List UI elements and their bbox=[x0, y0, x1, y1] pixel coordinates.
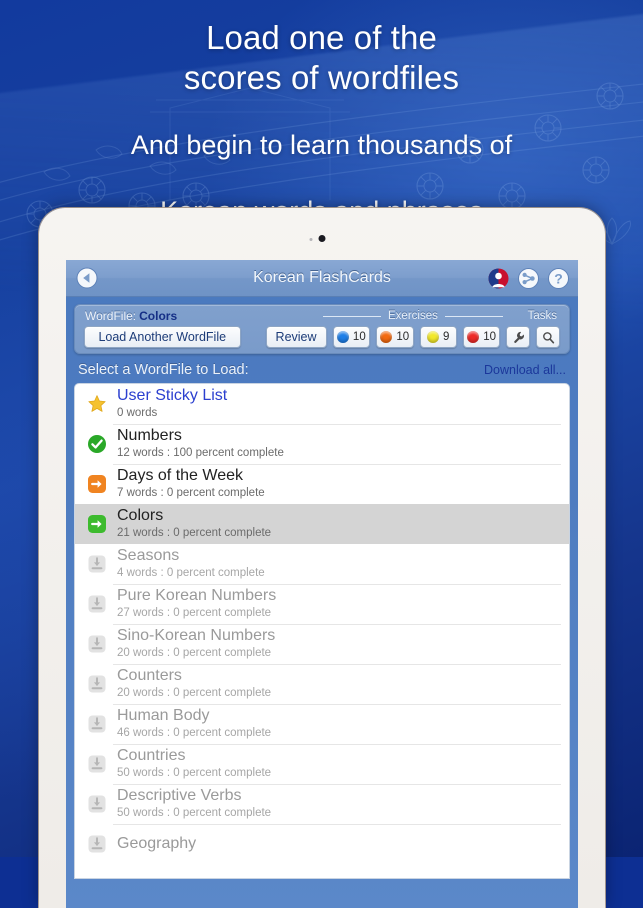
wordfile-label: WordFile: Colors bbox=[85, 309, 177, 323]
wordfile-row[interactable]: Seasons 4 words : 0 percent complete bbox=[75, 544, 569, 584]
app-screen: Korean FlashCards ? WordFile: Colors Exe… bbox=[66, 260, 578, 908]
app-navigation-bar: Korean FlashCards ? bbox=[66, 260, 578, 297]
download-icon bbox=[87, 794, 107, 814]
exercise-count-blue: 10 bbox=[352, 331, 366, 343]
profile-avatar-icon[interactable] bbox=[488, 268, 509, 289]
load-another-wordfile-button[interactable]: Load Another WordFile bbox=[84, 326, 241, 348]
wordfile-subtitle: 12 words : 100 percent complete bbox=[117, 447, 284, 459]
download-icon bbox=[87, 714, 107, 734]
wordfile-title: Numbers bbox=[117, 427, 182, 444]
download-icon bbox=[87, 754, 107, 774]
wordfile-row[interactable]: Counters 20 words : 0 percent complete bbox=[75, 664, 569, 704]
star-icon bbox=[87, 394, 107, 414]
front-camera-icon bbox=[318, 235, 326, 242]
wordfile-label-text: WordFile: bbox=[85, 309, 137, 323]
wordfile-subtitle: 21 words : 0 percent complete bbox=[117, 527, 272, 539]
wordfile-subtitle: 7 words : 0 percent complete bbox=[117, 487, 265, 499]
wordfile-row[interactable]: Colors 21 words : 0 percent complete bbox=[75, 504, 569, 544]
svg-text:?: ? bbox=[554, 270, 563, 286]
wordfile-subtitle: 27 words : 0 percent complete bbox=[117, 607, 272, 619]
wordfile-subtitle: 20 words : 0 percent complete bbox=[117, 687, 272, 699]
panel-title: Select a WordFile to Load: bbox=[78, 362, 249, 378]
wordfile-title: User Sticky List bbox=[117, 387, 228, 404]
exercise-dot-red bbox=[467, 331, 480, 343]
wordfile-row[interactable]: Descriptive Verbs 50 words : 0 percent co… bbox=[75, 784, 569, 824]
rule-left bbox=[323, 315, 381, 317]
exercise-badge-blue[interactable]: 10 bbox=[332, 326, 371, 348]
wordfile-row[interactable]: Pure Korean Numbers 27 words : 0 percent … bbox=[75, 584, 569, 624]
promo-line-2: scores of wordfiles bbox=[183, 59, 460, 96]
download-icon bbox=[87, 834, 107, 854]
download-icon bbox=[87, 554, 107, 574]
wordfile-selection-panel: Select a WordFile to Load: Download all.… bbox=[74, 362, 570, 879]
exercise-count-orange: 10 bbox=[396, 331, 410, 343]
wordfile-subtitle: 50 words : 0 percent complete bbox=[117, 807, 272, 819]
download-icon bbox=[87, 674, 107, 694]
wordfile-title: Countries bbox=[117, 747, 186, 764]
wordfile-row[interactable]: User Sticky List 0 words bbox=[75, 384, 569, 424]
wordfile-subtitle: 46 words : 0 percent complete bbox=[117, 727, 272, 739]
wrench-icon[interactable] bbox=[506, 326, 531, 348]
arrow-right-icon bbox=[87, 514, 107, 534]
panel-header: Select a WordFile to Load: Download all.… bbox=[74, 362, 570, 383]
arrow-right-icon bbox=[87, 474, 107, 494]
exercise-badge-yellow[interactable]: 9 bbox=[419, 326, 457, 348]
wordfile-title: Human Body bbox=[117, 707, 210, 724]
magnifier-icon[interactable] bbox=[536, 326, 561, 348]
wordfile-list[interactable]: User Sticky List 0 words Numbers 12 words :… bbox=[74, 383, 570, 879]
back-circle-icon[interactable] bbox=[76, 267, 98, 289]
promo-headline: Load one of the scores of wordfiles And … bbox=[0, 18, 643, 230]
tasks-label: Tasks bbox=[527, 310, 557, 322]
exercise-dot-blue bbox=[336, 331, 349, 343]
download-icon bbox=[87, 594, 107, 614]
wordfile-title: Counters bbox=[117, 667, 182, 684]
download-all-link[interactable]: Download all... bbox=[484, 363, 566, 377]
wordfile-subtitle: 0 words bbox=[117, 407, 158, 419]
exercise-badge-red[interactable]: 10 bbox=[462, 326, 501, 348]
wordfile-title: Days of the Week bbox=[117, 467, 243, 484]
wordfile-title: Descriptive Verbs bbox=[117, 787, 242, 804]
exercises-group-label: Exercises bbox=[323, 310, 503, 322]
wordfile-title: Pure Korean Numbers bbox=[117, 587, 277, 604]
exercise-badge-orange[interactable]: 10 bbox=[376, 326, 414, 348]
wordfile-row[interactable]: Countries 50 words : 0 percent complete bbox=[75, 744, 569, 784]
exercises-label: Exercises bbox=[388, 310, 438, 322]
wordfile-row[interactable]: Geography bbox=[75, 824, 569, 864]
app-toolbar: WordFile: Colors Exercises Tasks Load Ano… bbox=[74, 304, 570, 354]
wordfile-subtitle: 20 words : 0 percent complete bbox=[117, 647, 272, 659]
wordfile-row[interactable]: Sino-Korean Numbers 20 words : 0 percent … bbox=[75, 624, 569, 664]
exercise-count-red: 10 bbox=[483, 331, 497, 343]
tablet-device: Korean FlashCards ? WordFile: Colors Exe… bbox=[39, 208, 605, 908]
wordfile-subtitle: 4 words : 0 percent complete bbox=[117, 567, 265, 579]
wordfile-title: Seasons bbox=[117, 547, 180, 564]
wordfile-title: Sino-Korean Numbers bbox=[117, 627, 276, 644]
wordfile-row[interactable]: Days of the Week 7 words : 0 percent comp… bbox=[75, 464, 569, 504]
wordfile-row[interactable]: Human Body 46 words : 0 percent complete bbox=[75, 704, 569, 744]
wordfile-title: Colors bbox=[117, 507, 164, 524]
wordfile-current-name: Colors bbox=[139, 309, 178, 323]
promo-line-1: Load one of the bbox=[206, 19, 437, 56]
exercise-count-yellow: 9 bbox=[443, 331, 450, 343]
review-button[interactable]: Review bbox=[265, 326, 327, 348]
exercise-dot-yellow bbox=[427, 331, 440, 343]
wordfile-title: Geography bbox=[117, 835, 197, 852]
promo-line-3: And begin to learn thousands of bbox=[130, 130, 513, 160]
share-icon[interactable] bbox=[518, 267, 539, 289]
wordfile-row[interactable]: Numbers 12 words : 100 percent complete bbox=[75, 424, 569, 464]
rule-right bbox=[444, 315, 503, 317]
help-icon[interactable]: ? bbox=[548, 267, 569, 289]
exercise-dot-orange bbox=[380, 331, 393, 343]
download-icon bbox=[87, 634, 107, 654]
wordfile-subtitle: 50 words : 0 percent complete bbox=[117, 767, 272, 779]
check-circle-icon bbox=[87, 434, 107, 454]
